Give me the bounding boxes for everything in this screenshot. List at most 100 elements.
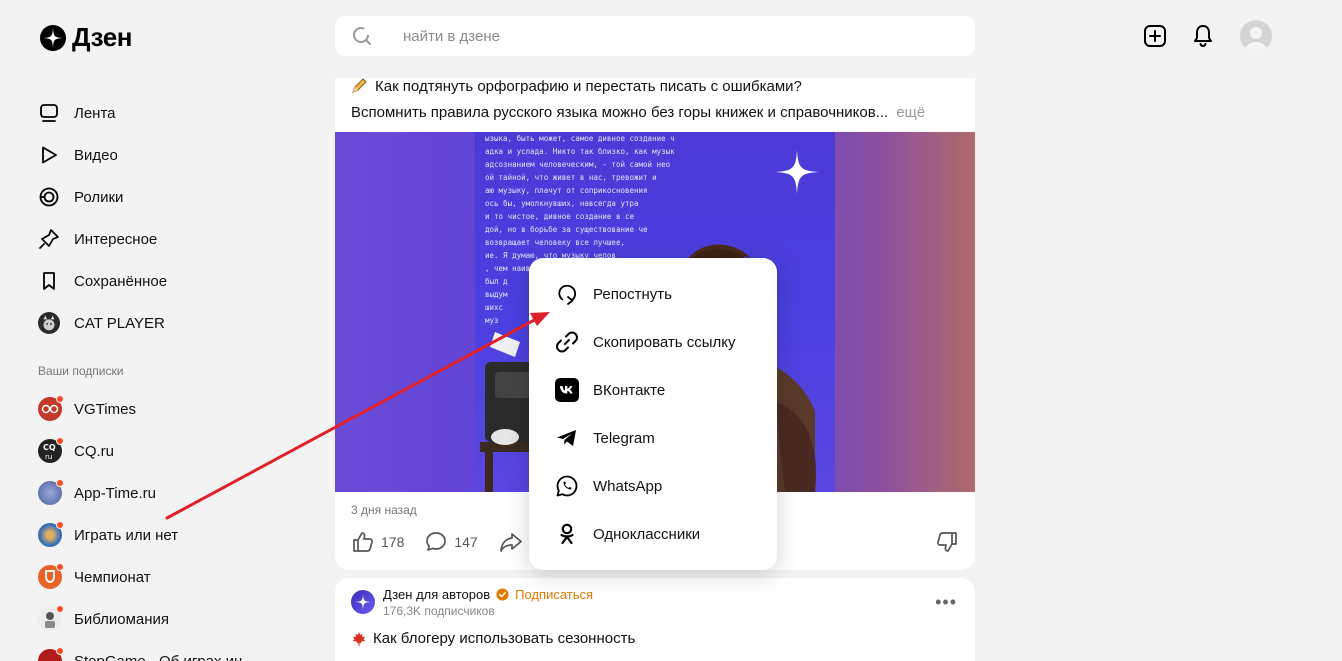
post-actions: 178 147 [351, 530, 534, 554]
cat-avatar [38, 312, 60, 334]
share-item-label: Репостнуть [593, 285, 672, 303]
sidebar: Лента Видео Ролики Интересное Сохранённо… [38, 92, 268, 661]
new-content-dot [56, 437, 64, 445]
search-bar[interactable] [335, 16, 975, 56]
like-button[interactable]: 178 [351, 530, 404, 554]
subscription-item[interactable]: StopGame - Об играх ин [38, 640, 268, 661]
channel-name[interactable]: Дзен для авторов [383, 587, 490, 602]
channel-avatar [38, 395, 64, 421]
ok-icon [555, 522, 579, 546]
dzen-logo[interactable]: Дзен [40, 22, 132, 53]
add-post-icon [1144, 25, 1166, 47]
sidebar-item-label: Сохранённое [74, 272, 168, 290]
shorts-icon [38, 186, 60, 208]
channel-avatar [38, 521, 64, 547]
comments-button[interactable]: 147 [424, 530, 478, 554]
comment-count: 147 [454, 534, 478, 550]
interesting-icon [38, 228, 60, 250]
subscription-label: StopGame - Об играх ин [74, 652, 243, 661]
svg-text:CQ: CQ [43, 443, 56, 452]
sidebar-item-feed[interactable]: Лента [38, 92, 268, 134]
new-content-dot [56, 605, 64, 613]
sidebar-item-label: Лента [74, 104, 116, 122]
subscription-label: App-Time.ru [74, 484, 156, 502]
sidebar-item-label: Видео [74, 146, 118, 164]
notifications-button[interactable] [1190, 23, 1216, 49]
channel-avatar [38, 479, 64, 505]
maple-leaf-icon [352, 631, 366, 646]
post-description-text: Вспомнить правила русского языка можно б… [351, 104, 889, 121]
subscription-item[interactable]: Играть или нет [38, 514, 268, 556]
sidebar-item-label: Ролики [74, 188, 124, 206]
dislike-button[interactable] [935, 530, 959, 559]
subscriber-count: 176,3K подписчиков [383, 604, 495, 618]
subscription-label: Играть или нет [74, 526, 179, 544]
share-item-label: WhatsApp [593, 477, 663, 495]
pencil-icon [352, 78, 367, 93]
telegram-icon [555, 426, 579, 450]
sidebar-item-cat-player[interactable]: CAT PLAYER [38, 302, 268, 344]
new-content-dot [56, 395, 64, 403]
user-avatar[interactable] [1240, 20, 1272, 52]
subscription-item[interactable]: Чемпионат [38, 556, 268, 598]
search-icon [353, 27, 371, 45]
subscribe-button[interactable]: Подписаться [515, 587, 593, 602]
share-copy-link[interactable]: Скопировать ссылку [529, 318, 777, 366]
search-input[interactable] [403, 27, 903, 45]
more-link[interactable]: ещё [896, 104, 925, 121]
channel-avatar: CQ ru [38, 437, 64, 463]
share-telegram[interactable]: Telegram [529, 414, 777, 462]
thumbs-down-icon [937, 532, 957, 552]
thumbs-up-icon [353, 532, 373, 552]
share-icon [499, 533, 522, 552]
feed-icon [38, 102, 60, 124]
new-content-dot [56, 647, 64, 655]
share-item-label: ВКонтакте [593, 381, 666, 399]
post-title-text: Как блогеру использовать сезонность [373, 630, 636, 647]
new-content-dot [56, 479, 64, 487]
comment-icon [426, 532, 447, 551]
sidebar-item-interesting[interactable]: Интересное [38, 218, 268, 260]
new-content-dot [56, 521, 64, 529]
whatsapp-icon [555, 474, 579, 498]
share-odnoklassniki[interactable]: Одноклассники [529, 510, 777, 558]
play-icon [38, 144, 60, 166]
share-item-label: Одноклассники [593, 525, 701, 543]
share-menu: Репостнуть Скопировать ссылку ВКонтакте … [529, 258, 777, 570]
bookmark-icon [38, 270, 60, 292]
subscription-label: Библиомания [74, 610, 170, 628]
svg-text:ru: ru [45, 453, 52, 461]
post-title[interactable]: Как блогеру использовать сезонность [351, 630, 635, 647]
post-menu-button[interactable]: ••• [935, 592, 957, 613]
share-button[interactable] [498, 530, 524, 554]
share-item-label: Скопировать ссылку [593, 333, 736, 351]
sidebar-item-shorts[interactable]: Ролики [38, 176, 268, 218]
subscription-item[interactable]: VGTimes [38, 388, 268, 430]
sidebar-item-video[interactable]: Видео [38, 134, 268, 176]
post-description: Вспомнить правила русского языка можно б… [351, 104, 925, 121]
vk-icon [555, 378, 579, 402]
post-title-text: Как подтянуть орфографию и перестать пис… [375, 78, 802, 95]
channel-avatar [38, 647, 64, 661]
add-post-button[interactable] [1142, 23, 1168, 49]
share-vk[interactable]: ВКонтакте [529, 366, 777, 414]
subscription-label: VGTimes [74, 400, 136, 418]
verified-icon [496, 588, 509, 601]
post-title[interactable]: Как подтянуть орфографию и перестать пис… [351, 78, 802, 95]
share-item-label: Telegram [593, 429, 655, 447]
post-date: 3 дня назад [351, 503, 417, 517]
sidebar-item-label: CAT PLAYER [74, 314, 165, 332]
sidebar-item-saved[interactable]: Сохранённое [38, 260, 268, 302]
like-count: 178 [381, 534, 405, 550]
link-icon [555, 330, 579, 354]
subscription-item[interactable]: App-Time.ru [38, 472, 268, 514]
sidebar-item-label: Интересное [74, 230, 158, 248]
channel-avatar[interactable] [351, 590, 375, 614]
subscription-item[interactable]: Библиомания [38, 598, 268, 640]
channel-avatar [38, 605, 64, 631]
share-whatsapp[interactable]: WhatsApp [529, 462, 777, 510]
share-repost[interactable]: Репостнуть [529, 270, 777, 318]
subscription-item[interactable]: CQ ru CQ.ru [38, 430, 268, 472]
post-card-2[interactable]: Дзен для авторов Подписаться 176,3K подп… [335, 578, 975, 661]
channel-name-row: Дзен для авторов Подписаться [383, 587, 593, 602]
